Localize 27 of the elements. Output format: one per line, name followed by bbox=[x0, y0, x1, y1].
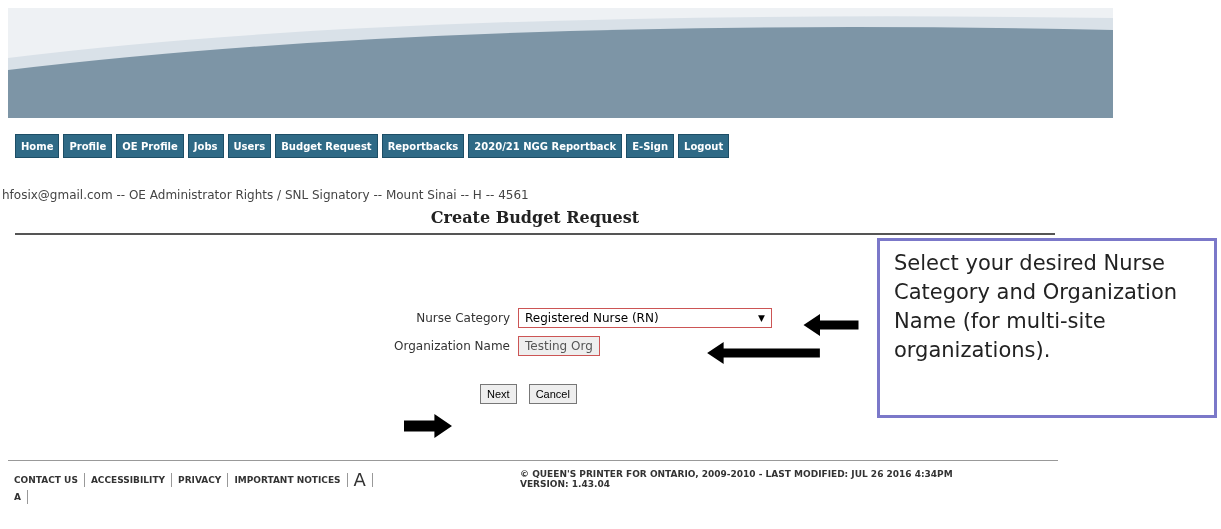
organization-name-field: Testing Org bbox=[518, 336, 600, 356]
font-size-link[interactable]: A bbox=[14, 492, 21, 502]
field-label: Nurse Category bbox=[415, 311, 510, 325]
nav-tab[interactable]: Jobs bbox=[187, 134, 224, 158]
page-title: Create Budget Request bbox=[429, 208, 641, 227]
footer-link[interactable]: CONTACT US bbox=[14, 474, 78, 485]
nav-tab[interactable]: 2020/21 NGG Reportback bbox=[468, 134, 623, 158]
nav-tab[interactable]: Home bbox=[15, 134, 60, 158]
callout-note: Select your desired Nurse Category and Organization Name (for multi-site organizations). bbox=[877, 238, 1217, 418]
nurse-category-dropdown[interactable]: Registered Nurse (RN) ▼ bbox=[518, 308, 772, 328]
footer-link[interactable]: PRIVACY bbox=[178, 474, 222, 485]
copyright-text: © QUEEN'S PRINTER FOR ONTARIO, 2009-2010 - LAST MODIFIED: JUL 26 2016 4:34PM bbox=[520, 469, 953, 479]
nav-tab[interactable]: Users bbox=[227, 134, 272, 158]
nav-tab[interactable]: OE Profile bbox=[116, 134, 184, 158]
form-button[interactable]: Cancel bbox=[528, 384, 577, 404]
nav-tab[interactable]: Logout bbox=[678, 134, 730, 158]
nav-tab[interactable]: Budget Request bbox=[275, 134, 378, 158]
version-text: VERSION: 1.43.04 bbox=[520, 479, 611, 489]
footer-link[interactable]: IMPORTANT NOTICES bbox=[234, 474, 341, 485]
footer-link[interactable]: ACCESSIBILITY bbox=[90, 474, 166, 485]
nav-tab[interactable]: E-Sign bbox=[626, 134, 675, 158]
field-label: Organization Name bbox=[393, 339, 510, 353]
form-button[interactable]: Next bbox=[480, 384, 517, 404]
nav-tab[interactable]: Reportbacks bbox=[381, 134, 465, 158]
nav-tab[interactable]: Profile bbox=[63, 134, 113, 158]
font-size-link[interactable]: A bbox=[353, 469, 366, 490]
user-info: hfosix@gmail.com -- OE Administrator Rights / SNL Signatory -- Mount Sinai -- H -- 4561 bbox=[2, 188, 530, 202]
